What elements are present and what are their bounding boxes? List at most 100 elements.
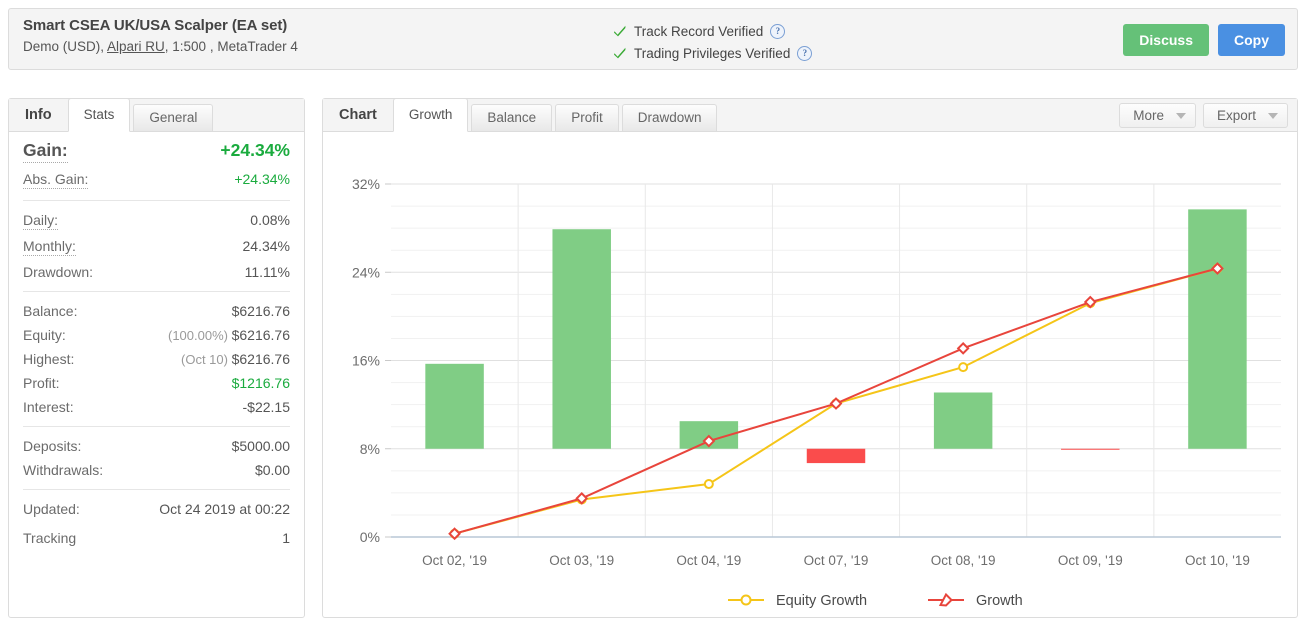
legend-label[interactable]: Equity Growth	[776, 593, 867, 609]
stat-value: 1	[282, 530, 290, 546]
help-icon[interactable]: ?	[770, 23, 786, 39]
chart-bar[interactable]	[806, 448, 866, 464]
divider	[23, 291, 290, 292]
stat-label: Equity:	[23, 327, 66, 343]
divider	[23, 200, 290, 201]
stat-value: +24.34%	[220, 140, 290, 160]
stat-value: $6216.76	[231, 327, 290, 343]
y-axis-tick-label: 16%	[352, 353, 380, 369]
stat-row-equity: Equity: (100.00%) $6216.76	[23, 323, 290, 347]
profile-page: Smart CSEA UK/USA Scalper (EA set) Demo …	[0, 0, 1306, 641]
account-meta-pre: Demo (USD),	[23, 39, 108, 54]
legend-label[interactable]: Growth	[976, 593, 1023, 609]
stat-label: Withdrawals:	[23, 462, 104, 478]
chevron-down-icon	[1175, 112, 1186, 119]
more-button-label: More	[1133, 108, 1164, 123]
tab-stats[interactable]: Stats	[67, 98, 131, 132]
stat-row-deposits: Deposits: $5000.00	[23, 434, 290, 458]
stat-value: Oct 24 2019 at 00:22	[159, 501, 290, 517]
stat-value-prefix: (Oct 10)	[181, 352, 228, 367]
info-panel: Info Stats General Gain: +24.34% Abs. Ga…	[8, 98, 305, 618]
verification-track-record: Track Record Verified ?	[613, 20, 812, 42]
verification-trading-privileges: Trading Privileges Verified ?	[613, 42, 813, 64]
check-icon	[613, 46, 627, 60]
discuss-button[interactable]: Discuss	[1123, 24, 1209, 56]
stat-label: Interest:	[23, 399, 74, 415]
tab-growth[interactable]: Growth	[392, 98, 469, 132]
growth-chart-svg: 0% 8% 16% 24% 32% Oct 02, '19 Oct 03, '19 Oct 0…	[352, 176, 1281, 609]
stat-value-wrap: (Oct 10) $6216.76	[181, 351, 290, 367]
chart-point[interactable]	[703, 479, 714, 490]
account-meta: Demo (USD), Alpari RU, 1:500 , MetaTrade…	[23, 39, 298, 54]
chart-panel-label: Chart	[339, 107, 377, 123]
stat-row-interest: Interest: -$22.15	[23, 395, 290, 419]
chart-tabbar: Chart Growth Balance Profit Drawdown Mor…	[323, 98, 1297, 132]
tab-drawdown[interactable]: Drawdown	[621, 104, 718, 131]
stat-label: Updated:	[23, 501, 80, 517]
info-tabbar: Info Stats General	[9, 98, 304, 132]
stat-label[interactable]: Monthly:	[23, 238, 76, 256]
chart-bar[interactable]	[1061, 448, 1120, 450]
y-axis-tick-label: 24%	[352, 264, 380, 280]
verification-label: Track Record Verified	[634, 23, 764, 39]
stat-value: $0.00	[254, 462, 290, 478]
divider	[23, 489, 290, 490]
header-actions: Discuss Copy	[1123, 24, 1285, 56]
tab-balance[interactable]: Balance	[471, 104, 553, 131]
stats-group-ratios: Daily: 0.08% Monthly: 24.34% Drawdown: 1…	[23, 208, 290, 284]
more-button[interactable]: More	[1119, 103, 1196, 128]
stat-value: $6216.76	[231, 351, 290, 367]
stat-value: 24.34%	[242, 238, 290, 254]
export-button[interactable]: Export	[1202, 103, 1288, 128]
help-icon[interactable]: ?	[797, 45, 813, 61]
stats-group-funding: Deposits: $5000.00 Withdrawals: $0.00	[23, 434, 290, 482]
y-axis-tick-label: 32%	[352, 176, 380, 192]
stat-label[interactable]: Daily:	[23, 212, 59, 230]
stats-group-money: Balance: $6216.76 Equity: (100.00%) $621…	[23, 299, 290, 419]
stat-value: $5000.00	[231, 438, 290, 454]
stat-value: 0.08%	[250, 212, 290, 228]
stats-group-meta: Updated: Oct 24 2019 at 00:22 Tracking 1	[23, 497, 290, 550]
tab-profit[interactable]: Profit	[555, 104, 619, 131]
divider	[23, 426, 290, 427]
page-title: Smart CSEA UK/USA Scalper (EA set)	[23, 17, 288, 34]
verification-label: Trading Privileges Verified	[634, 45, 791, 61]
copy-button[interactable]: Copy	[1218, 24, 1285, 56]
growth-chart[interactable]: 0% 8% 16% 24% 32% Oct 02, '19 Oct 03, '19 Oct 0…	[323, 132, 1297, 617]
verification-list: Track Record Verified ? Trading Privileg…	[613, 20, 813, 64]
stat-value: 11.11%	[244, 264, 290, 280]
x-axis-tick-label: Oct 08, '19	[931, 553, 996, 568]
stat-row-abs-gain: Abs. Gain: +24.34%	[23, 167, 290, 193]
y-axis-tick-label: 8%	[360, 441, 380, 457]
chart-bar[interactable]	[933, 392, 993, 449]
stats-list: Gain: +24.34% Abs. Gain: +24.34% Daily: …	[9, 132, 304, 550]
chart-bar[interactable]	[1188, 209, 1247, 449]
broker-link[interactable]: Alpari RU	[107, 39, 165, 54]
stat-value: $6216.76	[231, 303, 290, 319]
chart-bar[interactable]	[425, 363, 484, 449]
chart-bar[interactable]	[552, 229, 611, 449]
x-axis-tick-label: Oct 04, '19	[676, 553, 741, 568]
stat-label: Deposits:	[23, 438, 82, 454]
stat-row-profit: Profit: $1216.76	[23, 371, 290, 395]
chart-point[interactable]	[958, 362, 969, 373]
stat-row-highest: Highest: (Oct 10) $6216.76	[23, 347, 290, 371]
stat-row-tracking: Tracking 1	[23, 521, 290, 550]
check-icon	[613, 24, 627, 38]
legend-swatch-marker	[740, 594, 752, 606]
tab-general[interactable]: General	[133, 104, 214, 131]
stat-value: $1216.76	[231, 375, 290, 391]
stat-row-updated: Updated: Oct 24 2019 at 00:22	[23, 497, 290, 521]
stat-label: Profit:	[23, 375, 60, 391]
stat-label: Drawdown:	[23, 264, 94, 280]
chart-panel: Chart Growth Balance Profit Drawdown Mor…	[322, 98, 1298, 618]
stat-row-withdrawals: Withdrawals: $0.00	[23, 458, 290, 482]
stat-row-drawdown: Drawdown: 11.11%	[23, 260, 290, 284]
account-identity: Smart CSEA UK/USA Scalper (EA set) Demo …	[23, 17, 298, 54]
stat-value: -$22.15	[242, 399, 290, 415]
info-panel-label: Info	[25, 107, 52, 123]
stat-row-balance: Balance: $6216.76	[23, 299, 290, 323]
x-axis-tick-label: Oct 09, '19	[1058, 553, 1123, 568]
stat-label[interactable]: Abs. Gain:	[23, 171, 89, 189]
stat-label[interactable]: Gain:	[23, 140, 68, 163]
